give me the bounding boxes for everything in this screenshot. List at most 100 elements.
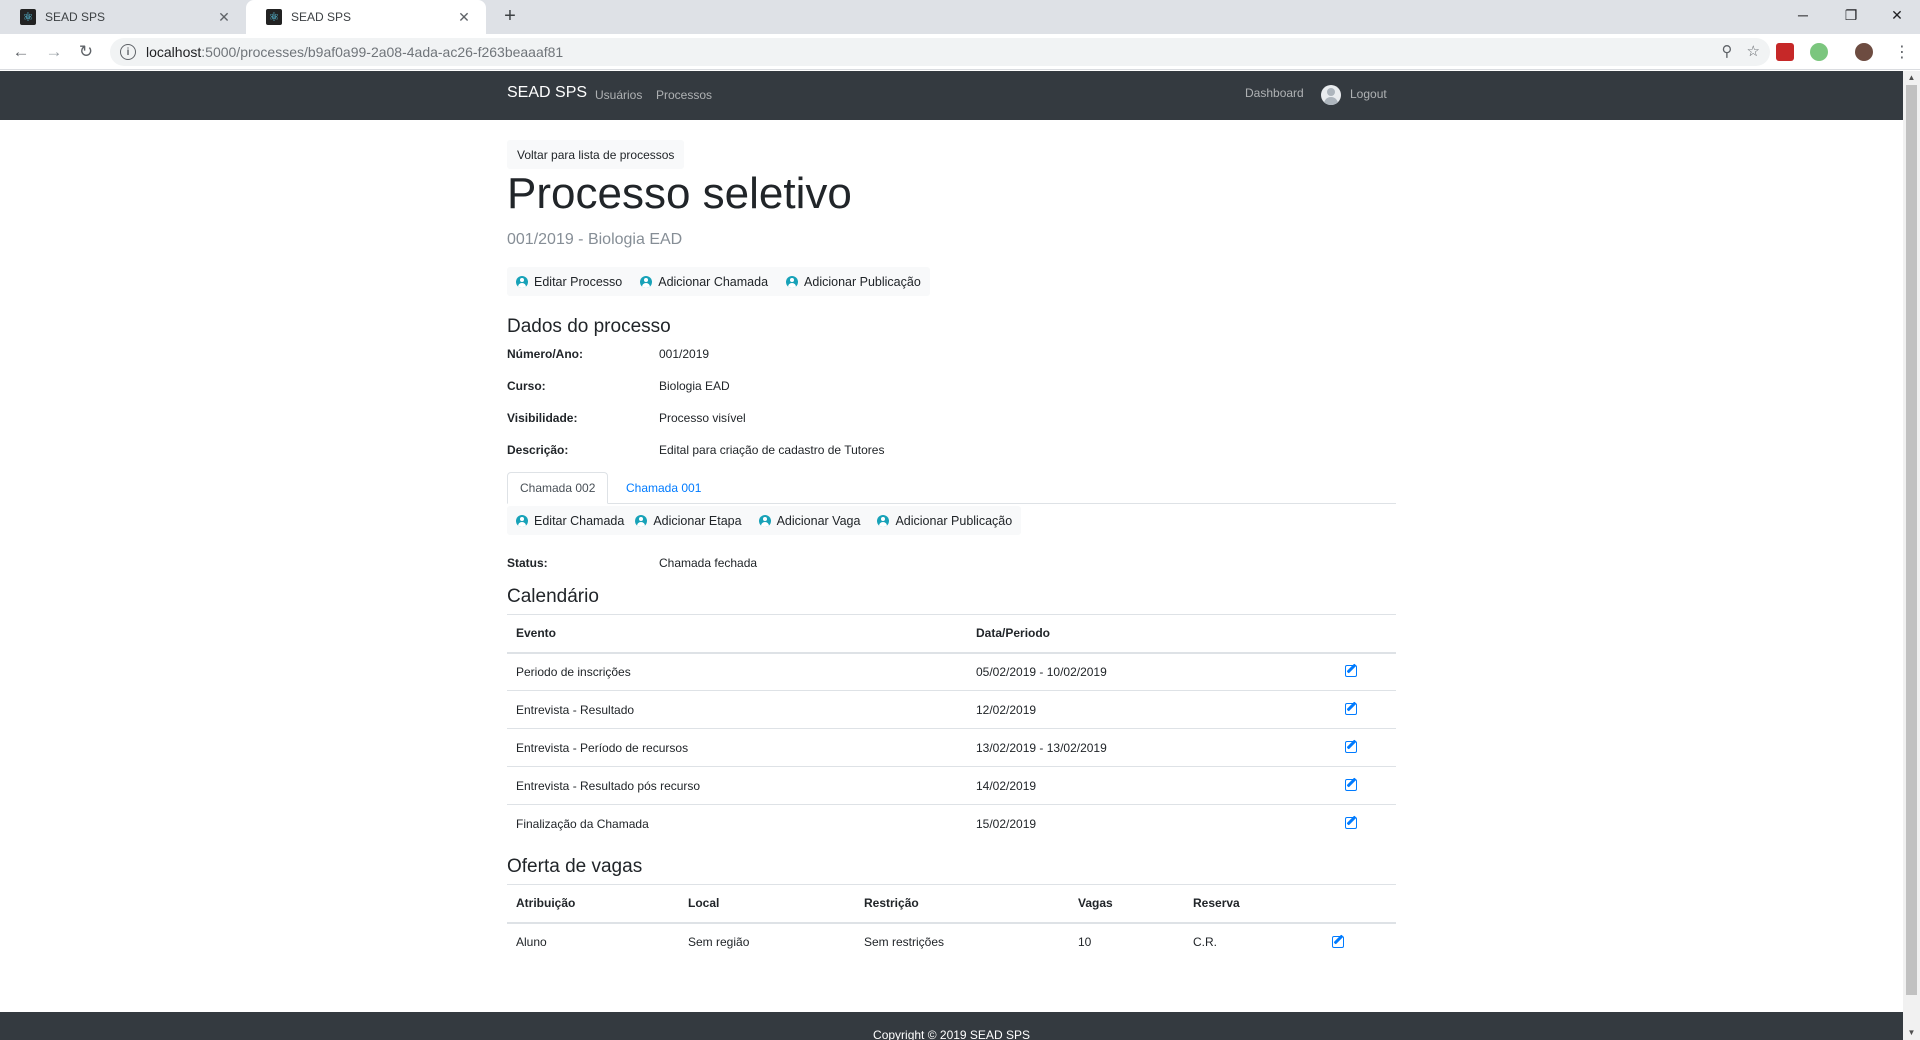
edit-icon[interactable] (1345, 701, 1359, 715)
menu-kebab-icon[interactable]: ⋮ (1894, 42, 1910, 62)
detail-value: Processo visível (659, 411, 746, 425)
table-row: Entrevista - Resultado pós recurso 14/02… (507, 766, 1396, 805)
add-call-button[interactable]: Adicionar Chamada (631, 267, 777, 296)
edit-icon[interactable] (1332, 934, 1346, 948)
button-label: Adicionar Publicação (804, 274, 921, 289)
edit-call-button[interactable]: Editar Chamada (507, 506, 633, 535)
nav-link-dashboard[interactable]: Dashboard (1245, 86, 1304, 100)
user-circle-icon (758, 514, 771, 527)
detail-value: Edital para criação de cadastro de Tutor… (659, 443, 885, 457)
date-cell: 15/02/2019 (967, 804, 1336, 843)
nav-link-usuarios[interactable]: Usuários (595, 88, 642, 102)
scroll-up-arrow-icon[interactable]: ▲ (1903, 71, 1920, 85)
browser-tab[interactable]: ⚛ SEAD SPS ✕ (0, 0, 246, 34)
button-label: Adicionar Vaga (776, 513, 861, 528)
bookmark-star-icon[interactable]: ☆ (1747, 42, 1760, 60)
url-host: localhost (146, 44, 202, 60)
event-cell: Finalização da Chamada (507, 804, 967, 843)
process-actions: Editar Processo Adicionar Chamada Adicio… (507, 267, 930, 296)
event-cell: Periodo de inscrições (507, 652, 967, 691)
edit-icon[interactable] (1345, 777, 1359, 791)
edit-icon[interactable] (1345, 815, 1359, 830)
nav-link-processos[interactable]: Processos (656, 88, 712, 102)
reload-icon[interactable]: ↻ (74, 41, 98, 63)
column-header: Atribuição (507, 884, 679, 924)
edit-icon[interactable] (1345, 739, 1359, 753)
extension-red-icon[interactable] (1776, 43, 1794, 61)
new-tab-plus-icon[interactable]: + (498, 5, 522, 28)
table-row: Periodo de inscrições 05/02/2019 - 10/02… (507, 652, 1396, 691)
zoom-icon[interactable]: ⚲ (1722, 42, 1733, 60)
add-call-publication-button[interactable]: Adicionar Publicação (869, 506, 1021, 535)
edit-process-button[interactable]: Editar Processo (507, 267, 631, 296)
logout-link[interactable]: Logout (1350, 87, 1387, 101)
detail-value: Biologia EAD (659, 379, 730, 393)
user-circle-icon (635, 514, 648, 527)
date-cell: 13/02/2019 - 13/02/2019 (967, 728, 1336, 767)
add-stage-button[interactable]: Adicionar Etapa (633, 506, 750, 535)
status-value: Chamada fechada (659, 556, 758, 570)
page-footer: Copyright © 2019 SEAD SPS (0, 1012, 1903, 1040)
detail-value: 001/2019 (659, 347, 710, 361)
browser-tabstrip: ⚛ SEAD SPS ✕ ⚛ SEAD SPS ✕ + ─ ❐ ✕ (0, 0, 1920, 34)
close-icon[interactable]: ✕ (216, 9, 232, 26)
user-circle-icon (516, 514, 528, 527)
info-icon[interactable]: i (120, 44, 136, 60)
event-cell: Entrevista - Resultado (507, 690, 967, 729)
place-cell: Sem região (679, 922, 855, 961)
table-header-row: Evento Data/Periodo (507, 614, 1396, 654)
column-header: Vagas (1069, 884, 1184, 924)
tab-title: SEAD SPS (291, 10, 352, 24)
user-circle-icon (877, 514, 890, 527)
date-cell: 05/02/2019 - 10/02/2019 (967, 652, 1336, 691)
back-arrow-icon[interactable]: ← (9, 41, 33, 63)
app-navbar: SEAD SPS Usuários Processos Dashboard Lo… (0, 71, 1903, 120)
detail-label: Descrição: (507, 443, 569, 457)
profile-avatar-icon[interactable] (1855, 43, 1873, 61)
status-label: Status: (507, 556, 548, 570)
tab-title: SEAD SPS (45, 10, 106, 24)
event-cell: Entrevista - Resultado pós recurso (507, 766, 967, 805)
details-heading: Dados do processo (507, 316, 671, 337)
table-row: Finalização da Chamada 15/02/2019 (507, 804, 1396, 843)
page-viewport: SEAD SPS Usuários Processos Dashboard Lo… (0, 71, 1903, 1040)
react-favicon-icon: ⚛ (266, 9, 282, 25)
detail-label: Número/Ano: (507, 347, 583, 361)
button-label: Adicionar Publicação (895, 513, 1013, 528)
page-scrollbar[interactable]: ▲ ▼ (1903, 71, 1920, 1040)
navbar-brand[interactable]: SEAD SPS (507, 84, 587, 102)
minimize-icon[interactable]: ─ (1780, 0, 1826, 30)
user-circle-icon (786, 275, 799, 288)
table-row: Entrevista - Resultado 12/02/2019 (507, 690, 1396, 729)
call-actions: Editar Chamada Adicionar Etapa Adicionar… (507, 506, 1022, 535)
react-favicon-icon: ⚛ (20, 9, 36, 25)
button-label: Adicionar Etapa (653, 513, 742, 528)
browser-tab-active[interactable]: ⚛ SEAD SPS ✕ (246, 0, 486, 34)
forward-arrow-icon[interactable]: → (42, 41, 66, 63)
back-to-list-button[interactable]: Voltar para lista de processos (507, 140, 685, 169)
add-vacancy-button[interactable]: Adicionar Vaga (751, 506, 870, 535)
button-label: Editar Chamada (534, 513, 625, 528)
detail-label: Visibilidade: (507, 411, 578, 425)
window-close-icon[interactable]: ✕ (1874, 0, 1920, 30)
restriction-cell: Sem restrições (855, 922, 1069, 961)
page-subtitle: 001/2019 - Biologia EAD (507, 231, 683, 248)
date-cell: 12/02/2019 (967, 690, 1336, 729)
add-publication-button[interactable]: Adicionar Publicação (777, 267, 930, 296)
tab-chamada-002[interactable]: Chamada 002 (507, 472, 609, 504)
column-header: Data/Periodo (967, 614, 1336, 654)
user-avatar-icon (1321, 85, 1341, 105)
slots-cell: 10 (1069, 922, 1184, 961)
edit-icon[interactable] (1345, 663, 1359, 678)
address-bar[interactable]: i localhost:5000/processes/b9af0a99-2a08… (110, 38, 1770, 66)
scrollbar-thumb[interactable] (1906, 85, 1917, 995)
button-label: Editar Processo (534, 274, 623, 289)
restore-icon[interactable]: ❐ (1828, 0, 1874, 30)
detail-label: Curso: (507, 379, 546, 393)
close-icon[interactable]: ✕ (456, 9, 472, 26)
event-cell: Entrevista - Período de recursos (507, 728, 967, 767)
tab-chamada-001[interactable]: Chamada 001 (614, 472, 713, 504)
scroll-down-arrow-icon[interactable]: ▼ (1903, 1026, 1920, 1040)
calendar-heading: Calendário (507, 586, 599, 607)
extension-green-icon[interactable] (1810, 43, 1828, 61)
